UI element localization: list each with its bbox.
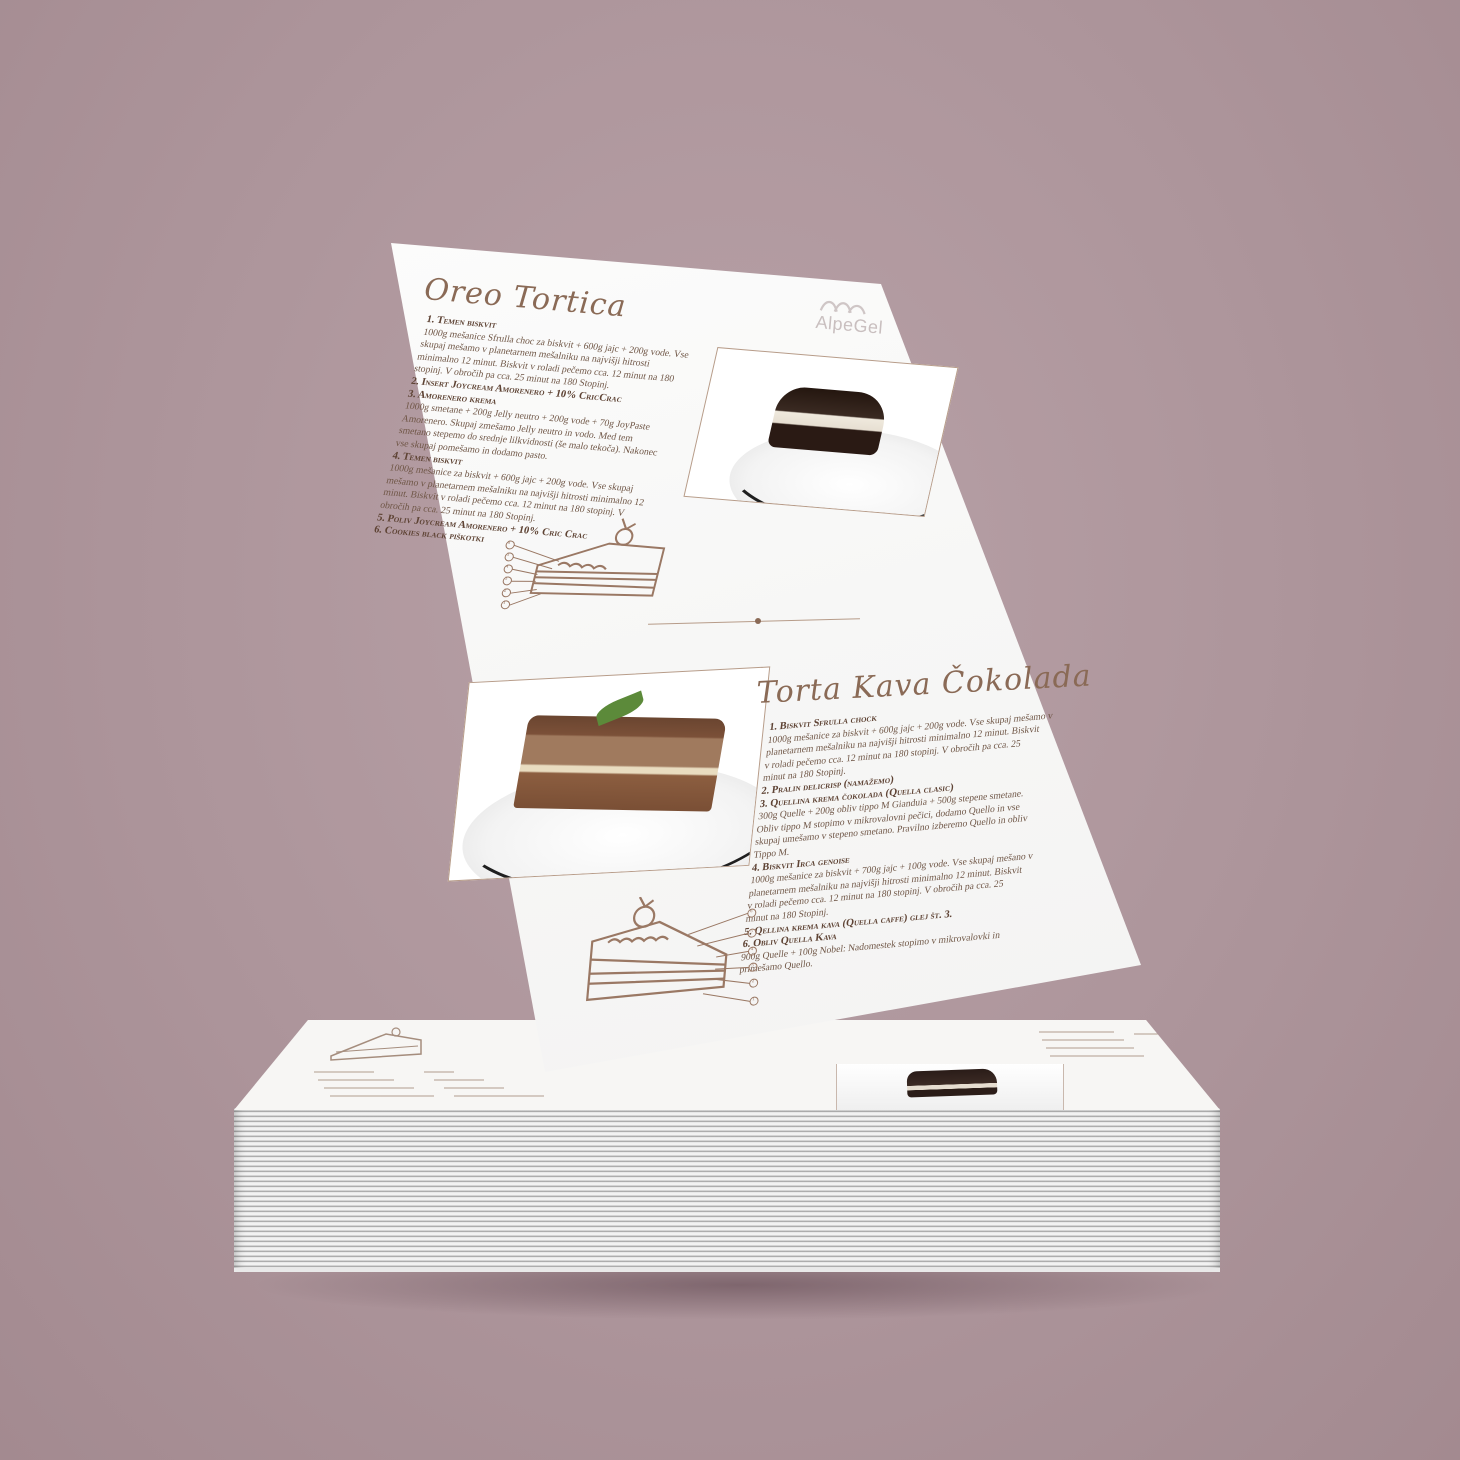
recipe-flyer: AlpeGel Oreo Tortica 1. Temen biskvit 10… [0,0,1460,1460]
diagram-number: 4 [750,947,754,953]
recipe-one-diagram: 6 5 4 3 2 1 [484,505,701,635]
diagram-number: 1 [502,600,506,606]
recipe-two-steps: 1. Biskvit Sfrulla chock 1000g mešanice … [739,697,1055,978]
diagram-number: 6 [506,540,511,546]
diagram-number: 1 [751,997,755,1003]
section-divider-dot [755,618,761,624]
mockup-scene: AlpeGel Oreo Tortica 1. Temen biskvit 10… [0,0,1460,1460]
diagram-number: 5 [749,929,753,935]
diagram-number: 3 [504,576,508,582]
coffee-chocolate-cake-slice [513,715,727,812]
diagram-number: 2 [503,588,507,594]
brand-logo: AlpeGel [815,296,886,339]
diagram-number: 6 [749,909,753,915]
recipe-two-diagram: 6 5 4 3 2 1 [571,890,782,1031]
diagram-number: 2 [751,979,755,985]
recipe-one-photo [683,347,959,517]
diagram-number: 4 [505,564,509,570]
oreo-cake-slice [766,385,891,456]
recipe-two-photo [447,666,771,882]
cake-slice-sketch-icon [500,518,666,610]
diagram-number: 5 [505,552,510,558]
diagram-number: 3 [750,963,754,969]
